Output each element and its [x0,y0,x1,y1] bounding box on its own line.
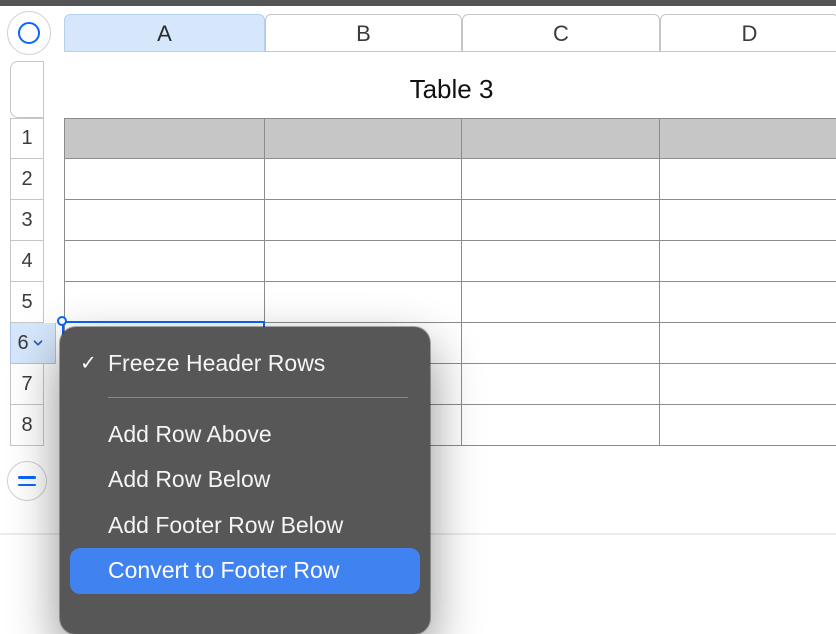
cell-A2[interactable] [64,159,265,200]
column-headers: ABCD [64,14,836,52]
check-icon: ✓ [80,351,97,375]
row-header-5[interactable]: 5 [10,282,44,323]
column-header-b[interactable]: B [265,14,462,52]
cell-D3[interactable] [660,200,836,241]
cell-B4[interactable] [265,241,462,282]
cell-C1[interactable] [462,118,660,159]
cell-C2[interactable] [462,159,660,200]
cell-B5[interactable] [265,282,462,323]
chevron-down-icon[interactable] [31,336,45,350]
menu-item-label: Convert to Footer Row [108,557,339,583]
row-number-label: 5 [21,291,32,314]
cell-B3[interactable] [265,200,462,241]
row-context-menu: ✓ Freeze Header Rows Add Row Above Add Row … [60,327,430,634]
cell-B1[interactable] [265,118,462,159]
menu-item-add-footer-row-below[interactable]: Add Footer Row Below [70,503,420,549]
cell-B2[interactable] [265,159,462,200]
row-header-1[interactable]: 1 [10,118,44,159]
row-number-label: 6 [17,332,28,355]
equals-icon [18,476,36,486]
cell-C8[interactable] [462,405,660,446]
table-row [64,282,836,323]
row-header-blank [10,61,44,118]
row-header-7[interactable]: 7 [10,364,44,405]
cell-A5[interactable] [64,282,265,323]
row-number-label: 7 [21,373,32,396]
circle-icon [18,22,40,44]
cell-A1[interactable] [64,118,265,159]
menu-item-label: Add Row Above [108,421,272,447]
cell-C3[interactable] [462,200,660,241]
row-number-label: 2 [21,168,32,191]
table-row [64,200,836,241]
cell-C6[interactable] [462,323,660,364]
cell-C5[interactable] [462,282,660,323]
add-row-handle[interactable] [7,461,47,501]
selection-handle-top-left[interactable] [57,316,67,326]
menu-separator [108,397,408,398]
row-header-3[interactable]: 3 [10,200,44,241]
table-title[interactable]: Table 3 [64,61,836,118]
menu-item-convert-to-footer-row[interactable]: Convert to Footer Row [70,548,420,594]
row-header-8[interactable]: 8 [10,405,44,446]
table-row [64,118,836,159]
row-number-label: 3 [21,209,32,232]
cell-C4[interactable] [462,241,660,282]
table-select-all-handle[interactable] [7,11,51,55]
cell-D8[interactable] [660,405,836,446]
menu-item-label: Add Row Below [108,466,270,492]
row-number-label: 1 [21,127,32,150]
window-top-bar [0,0,836,6]
table-row [64,241,836,282]
row-number-label: 4 [21,250,32,273]
cell-A3[interactable] [64,200,265,241]
cell-C7[interactable] [462,364,660,405]
cell-D1[interactable] [660,118,836,159]
column-header-a[interactable]: A [64,14,265,52]
row-header-2[interactable]: 2 [10,159,44,200]
column-header-c[interactable]: C [462,14,660,52]
menu-item-label: Freeze Header Rows [108,350,325,376]
cell-D2[interactable] [660,159,836,200]
column-header-d[interactable]: D [660,14,836,52]
cell-A4[interactable] [64,241,265,282]
menu-item-freeze-header-rows[interactable]: ✓ Freeze Header Rows [70,341,420,387]
cell-D7[interactable] [660,364,836,405]
menu-item-add-row-below[interactable]: Add Row Below [70,457,420,503]
row-header-6[interactable]: 6 [10,323,56,364]
cell-D4[interactable] [660,241,836,282]
row-header-4[interactable]: 4 [10,241,44,282]
cell-D6[interactable] [660,323,836,364]
menu-item-label: Add Footer Row Below [108,512,343,538]
cell-D5[interactable] [660,282,836,323]
table-row [64,159,836,200]
row-number-label: 8 [21,414,32,437]
menu-item-add-row-above[interactable]: Add Row Above [70,412,420,458]
